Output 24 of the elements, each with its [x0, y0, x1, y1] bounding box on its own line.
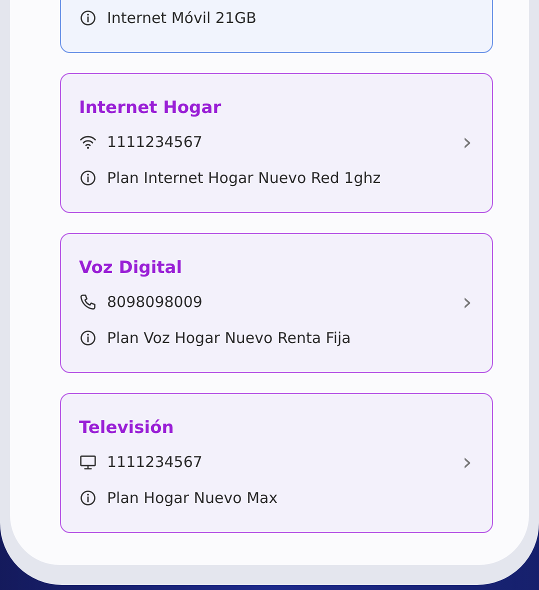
service-title: Internet Hogar — [79, 98, 222, 118]
service-card[interactable]: Internet Hogar 1111234567 › Plan Internet Hogar Nuevo Red 1ghz — [60, 73, 493, 213]
chevron-icon[interactable]: › — [462, 130, 472, 154]
service-card[interactable]: Televisión 1111234567 › Plan Hogar Nuevo Max — [60, 393, 493, 533]
chevron-icon[interactable]: › — [462, 290, 472, 314]
wifi-icon — [79, 133, 97, 151]
plan-info: Plan Voz Hogar Nuevo Renta Fija — [107, 329, 351, 347]
plan-info: Plan Internet Hogar Nuevo Red 1ghz — [107, 169, 381, 187]
service-title: Televisión — [79, 418, 175, 438]
service-card[interactable]: Internet Móvil 21GB — [60, 0, 493, 53]
info-icon — [79, 9, 97, 27]
chevron-icon[interactable]: › — [462, 450, 472, 474]
info-icon — [79, 329, 97, 347]
service-card[interactable]: Voz Digital 8098098009 › Plan Voz Hogar Nuevo Renta Fija — [60, 233, 493, 373]
service-number: 8098098009 — [107, 293, 202, 311]
monitor-icon — [79, 453, 97, 471]
info-icon — [79, 169, 97, 187]
service-title: Voz Digital — [79, 258, 184, 278]
service-number: 1111234567 — [107, 133, 202, 151]
plan-info: Internet Móvil 21GB — [107, 9, 256, 27]
phone-icon — [79, 293, 97, 311]
service-number: 1111234567 — [107, 453, 202, 471]
plan-info: Plan Hogar Nuevo Max — [107, 489, 278, 507]
info-icon — [79, 489, 97, 507]
